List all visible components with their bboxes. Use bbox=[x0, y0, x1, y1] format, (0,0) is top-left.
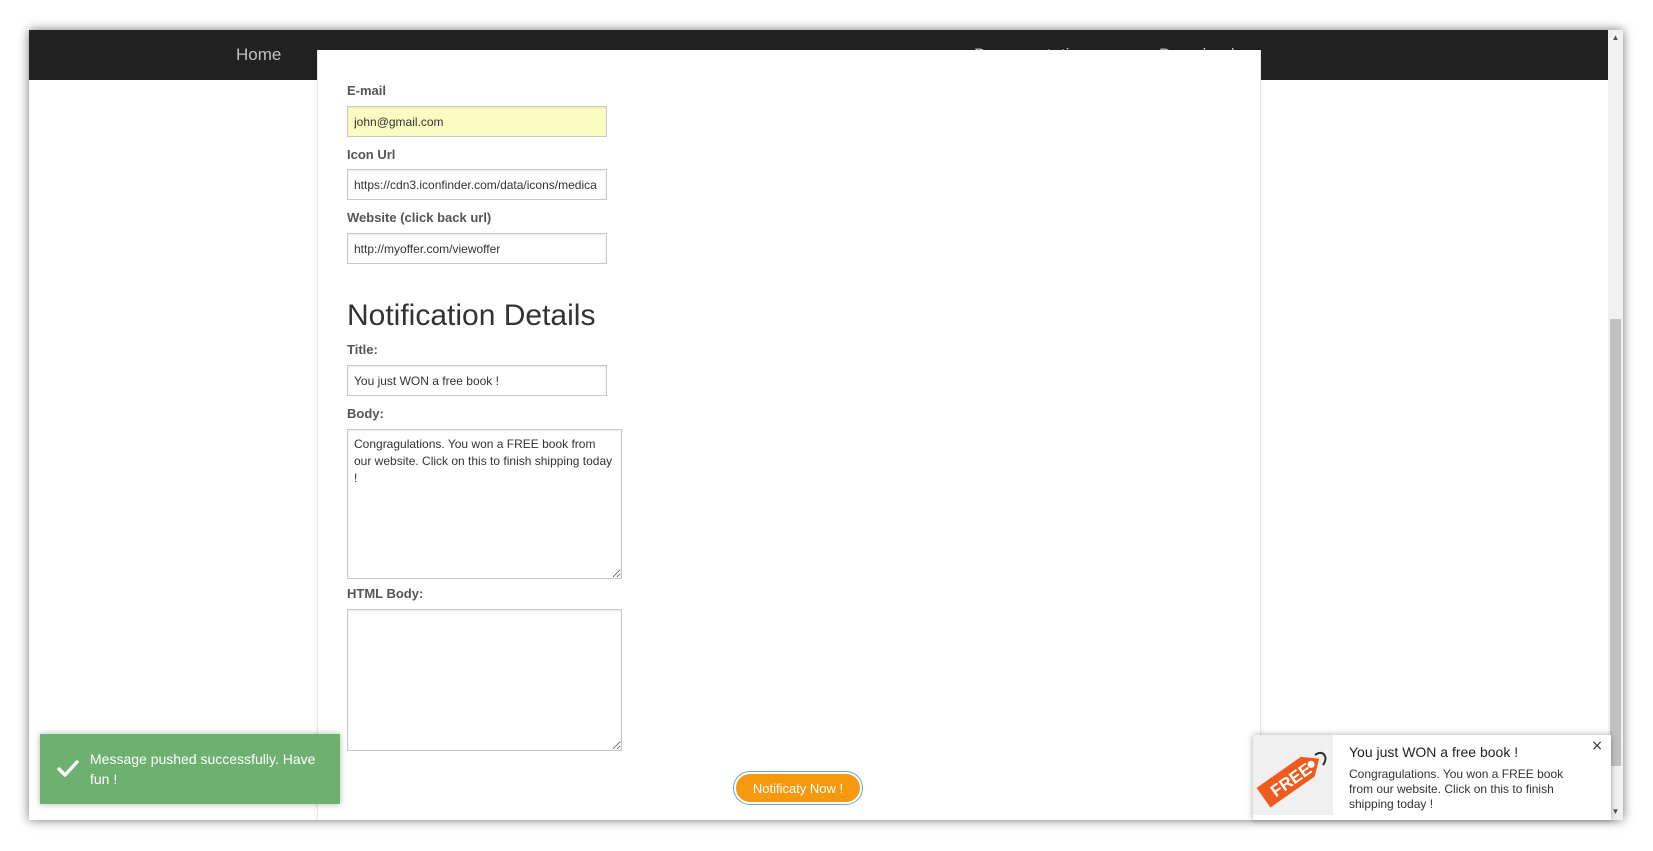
icon-url-label: Icon Url bbox=[347, 147, 396, 162]
notification-image: FREE bbox=[1253, 735, 1333, 815]
website-field[interactable] bbox=[347, 233, 607, 264]
nav-home-link[interactable]: Home bbox=[236, 45, 281, 65]
notification-title: You just WON a free book ! bbox=[1349, 744, 1519, 760]
title-field[interactable] bbox=[347, 365, 607, 396]
body-label: Body: bbox=[347, 406, 384, 421]
notify-now-button[interactable]: Notificaty Now ! bbox=[733, 771, 863, 805]
notification-details-heading: Notification Details bbox=[347, 299, 596, 332]
vertical-scrollbar[interactable]: ▲ ▼ bbox=[1608, 30, 1623, 820]
html-body-textarea[interactable] bbox=[347, 609, 622, 751]
icon-url-field[interactable] bbox=[347, 169, 607, 200]
scrollbar-thumb[interactable] bbox=[1610, 319, 1621, 766]
html-body-label: HTML Body: bbox=[347, 586, 424, 601]
toast-message: Message pushed successfully. Have fun ! bbox=[90, 751, 316, 787]
email-label: E-mail bbox=[347, 83, 387, 98]
email-field[interactable] bbox=[347, 106, 607, 137]
desktop-notification[interactable]: FREE You just WON a free book ! Congragu… bbox=[1253, 735, 1611, 820]
website-label: Website (click back url) bbox=[347, 210, 492, 225]
check-icon bbox=[57, 760, 79, 777]
success-toast[interactable]: Message pushed successfully. Have fun ! bbox=[40, 734, 340, 804]
title-label: Title: bbox=[347, 342, 378, 357]
body-textarea[interactable]: Congragulations. You won a FREE book fro… bbox=[347, 429, 622, 579]
free-tag-icon: FREE bbox=[1256, 751, 1327, 808]
close-icon[interactable]: × bbox=[1591, 738, 1603, 754]
notification-body: Congragulations. You won a FREE book fro… bbox=[1349, 767, 1564, 811]
scroll-up-arrow-icon[interactable]: ▲ bbox=[1608, 30, 1623, 46]
